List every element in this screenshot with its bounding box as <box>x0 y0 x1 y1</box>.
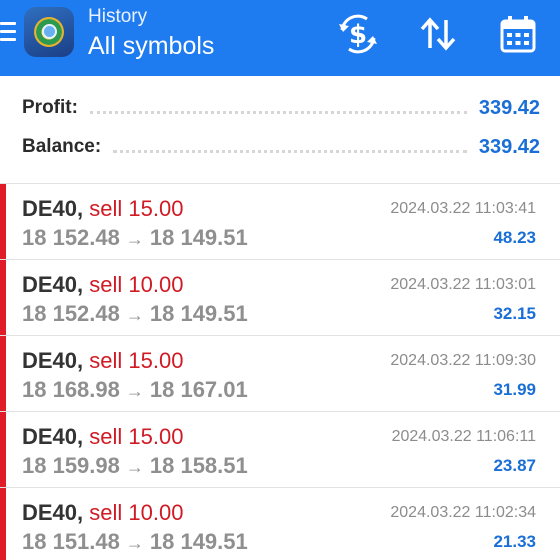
trade-symbol: DE40 <box>22 424 78 449</box>
trade-profit: 23.87 <box>493 456 536 475</box>
header-title[interactable]: All symbols <box>88 32 214 61</box>
trade-side: sell 15.00 <box>89 196 184 221</box>
open-price: 18 152.48 <box>22 225 120 250</box>
trade-side: sell 15.00 <box>89 424 184 449</box>
trade-profit: 32.15 <box>493 304 536 323</box>
trade-time: 2024.03.22 11:03:01 <box>390 276 536 293</box>
arrow-right-icon: → <box>125 533 144 553</box>
currency-exchange-icon[interactable]: $ <box>336 12 380 56</box>
trade-side: sell 15.00 <box>89 348 184 373</box>
close-price: 18 149.51 <box>149 301 248 326</box>
header-subtitle: History <box>88 6 148 27</box>
list-item[interactable]: DE40, sell 15.00 18 152.48 → 18 149.51 202… <box>0 184 560 260</box>
trade-symbol: DE40 <box>22 348 78 373</box>
sell-indicator <box>0 184 6 260</box>
balance-value: 339.42 <box>478 135 540 158</box>
dotted-leader <box>113 149 467 153</box>
open-price: 18 168.98 <box>22 377 120 402</box>
trade-side: sell 10.00 <box>89 272 184 297</box>
close-price: 18 167.01 <box>149 377 248 402</box>
sell-indicator <box>0 412 6 488</box>
list-item[interactable]: DE40, sell 10.00 18 151.48 → 18 149.51 202… <box>0 488 560 560</box>
trade-time: 2024.03.22 11:09:30 <box>390 352 536 369</box>
trade-time: 2024.03.22 11:06:11 <box>391 428 536 445</box>
trade-profit: 21.33 <box>493 532 536 551</box>
balance-label: Balance: <box>22 136 102 157</box>
arrow-right-icon: → <box>125 229 144 249</box>
list-item[interactable]: DE40, sell 15.00 18 159.98 → 18 158.51 202… <box>0 412 560 488</box>
calendar-icon[interactable] <box>496 12 540 56</box>
arrow-right-icon: → <box>125 381 144 401</box>
sell-indicator <box>0 260 6 336</box>
profit-row: Profit: 339.42 <box>22 93 540 123</box>
sell-indicator <box>0 488 6 560</box>
close-price: 18 158.51 <box>149 453 248 478</box>
trade-time: 2024.03.22 11:03:41 <box>390 200 536 217</box>
trade-profit: 31.99 <box>493 380 536 399</box>
close-price: 18 149.51 <box>149 529 248 554</box>
sell-indicator <box>0 336 6 412</box>
svg-text:$: $ <box>349 20 367 50</box>
dotted-leader <box>89 110 467 114</box>
summary-panel: Profit: 339.42 Balance: 339.42 <box>0 76 560 184</box>
trade-profit: 48.23 <box>493 228 536 247</box>
profit-value: 339.42 <box>478 96 540 119</box>
profit-label: Profit: <box>22 97 78 118</box>
trade-side: sell 10.00 <box>89 500 184 525</box>
sort-icon[interactable] <box>416 12 460 56</box>
arrow-right-icon: → <box>125 457 144 477</box>
trade-time: 2024.03.22 11:02:34 <box>390 504 536 521</box>
list-item[interactable]: DE40, sell 10.00 18 152.48 → 18 149.51 202… <box>0 260 560 336</box>
open-price: 18 152.48 <box>22 301 120 326</box>
balance-row: Balance: 339.42 <box>22 132 540 162</box>
trade-symbol: DE40 <box>22 196 78 221</box>
app-header: History All symbols $ <box>0 0 560 76</box>
trade-symbol: DE40 <box>22 500 78 525</box>
menu-icon[interactable] <box>0 22 16 46</box>
list-item[interactable]: DE40, sell 15.00 18 168.98 → 18 167.01 202… <box>0 336 560 412</box>
app-logo <box>24 7 74 57</box>
trade-symbol: DE40 <box>22 272 78 297</box>
arrow-right-icon: → <box>125 305 144 325</box>
open-price: 18 159.98 <box>22 453 120 478</box>
open-price: 18 151.48 <box>22 529 120 554</box>
close-price: 18 149.51 <box>149 225 248 250</box>
